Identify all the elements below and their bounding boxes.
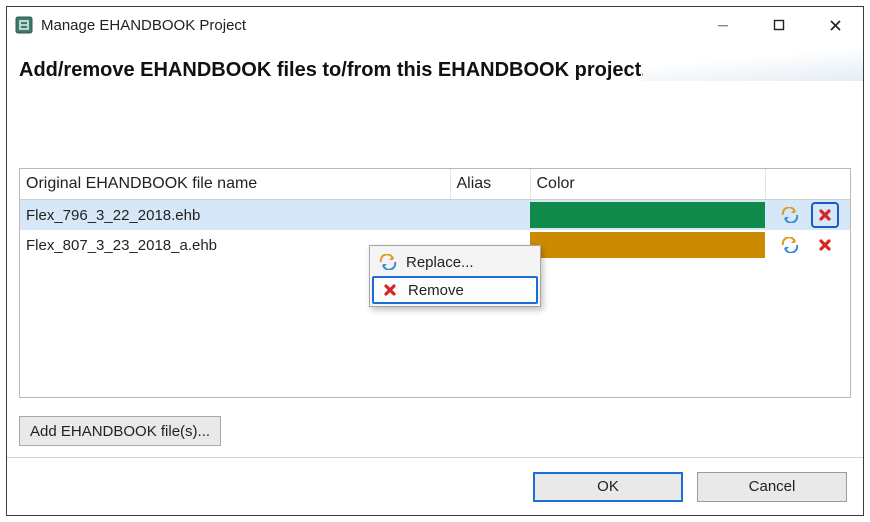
- add-files-button[interactable]: Add EHANDBOOK file(s)...: [19, 416, 221, 446]
- maximize-button[interactable]: [751, 7, 807, 43]
- dialog-window: Manage EHANDBOOK Project Add/remove EHAN…: [6, 6, 864, 516]
- table-row[interactable]: Flex_796_3_22_2018.ehb: [20, 200, 850, 231]
- col-header-filename[interactable]: Original EHANDBOOK file name: [20, 169, 450, 200]
- ok-button[interactable]: OK: [533, 472, 683, 502]
- titlebar: Manage EHANDBOOK Project: [7, 7, 863, 43]
- col-header-alias[interactable]: Alias: [450, 169, 530, 200]
- cell-color: [530, 230, 765, 260]
- replace-icon[interactable]: [776, 202, 804, 228]
- context-replace-item[interactable]: Replace...: [372, 248, 538, 276]
- minimize-button[interactable]: [695, 7, 751, 43]
- context-menu: Replace... Remove: [369, 245, 541, 307]
- context-item-label: Replace...: [406, 254, 474, 271]
- page-heading: Add/remove EHANDBOOK files to/from this …: [19, 59, 851, 82]
- cell-actions: [765, 230, 850, 260]
- replace-icon[interactable]: [776, 232, 804, 258]
- color-swatch: [530, 232, 765, 258]
- close-button[interactable]: [807, 7, 863, 43]
- dialog-body: Add/remove EHANDBOOK files to/from this …: [7, 43, 863, 515]
- remove-icon[interactable]: [811, 232, 839, 258]
- app-icon: [15, 16, 33, 34]
- cell-filename: Flex_796_3_22_2018.ehb: [20, 200, 450, 231]
- col-header-color[interactable]: Color: [530, 169, 765, 200]
- cell-actions: [765, 200, 850, 231]
- cancel-button[interactable]: Cancel: [697, 472, 847, 502]
- color-swatch: [530, 202, 765, 228]
- context-item-label: Remove: [408, 282, 464, 299]
- window-buttons: [695, 7, 863, 43]
- cell-color: [530, 200, 765, 231]
- window-title: Manage EHANDBOOK Project: [41, 17, 246, 34]
- dialog-footer: OK Cancel: [7, 457, 863, 515]
- col-header-actions: [765, 169, 850, 200]
- remove-icon[interactable]: [811, 202, 839, 228]
- cell-alias: [450, 200, 530, 231]
- remove-icon: [380, 283, 400, 297]
- context-remove-item[interactable]: Remove: [372, 276, 538, 304]
- replace-icon: [378, 254, 398, 270]
